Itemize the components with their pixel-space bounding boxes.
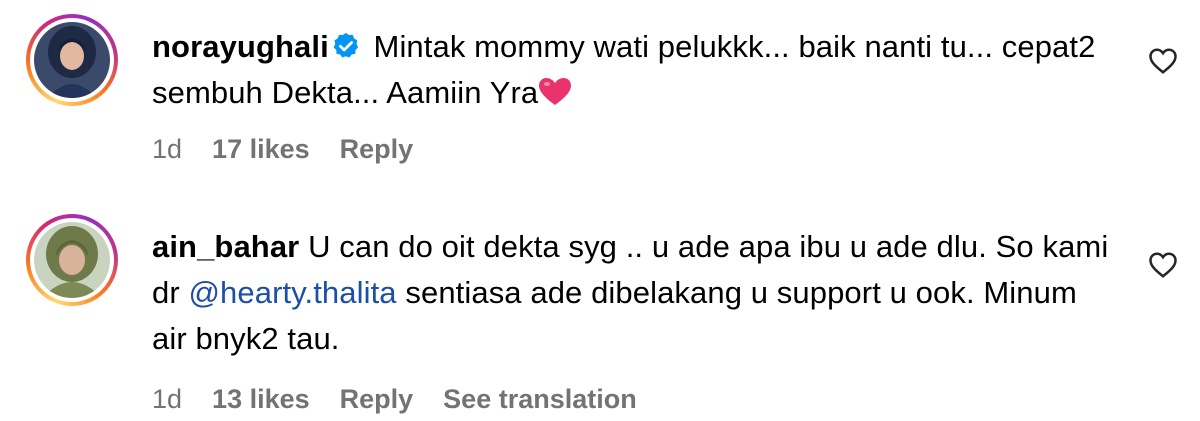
verified-badge-icon [333,32,358,58]
heart-emoji-icon [539,78,572,105]
avatar-story-ring[interactable] [26,214,118,306]
comment-timestamp[interactable]: 1d [152,134,182,165]
username-link[interactable]: ain_bahar [152,229,299,264]
reply-button[interactable]: Reply [340,384,414,415]
heart-outline-icon[interactable] [1148,46,1178,76]
comment-body: ain_bahar U can do oit dekta syg .. u ad… [152,224,1112,362]
avatar [34,222,110,298]
comment-body: norayughali Mintak mommy wati pelukkk...… [152,24,1112,116]
comment-meta: 1d 17 likes Reply [152,134,413,165]
likes-count[interactable]: 13 likes [212,384,310,415]
username-link[interactable]: norayughali [152,29,329,64]
likes-count[interactable]: 17 likes [212,134,310,165]
comment-item: norayughali Mintak mommy wati pelukkk...… [0,0,1200,200]
comment-item: ain_bahar U can do oit dekta syg .. u ad… [0,200,1200,421]
heart-outline-icon[interactable] [1148,250,1178,280]
reply-button[interactable]: Reply [340,134,414,165]
avatar [34,22,110,98]
avatar-story-ring[interactable] [26,14,118,106]
see-translation-button[interactable]: See translation [443,384,637,415]
mention-link[interactable]: @hearty.thalita [188,275,396,310]
comment-timestamp[interactable]: 1d [152,384,182,415]
comment-meta: 1d 13 likes Reply See translation [152,384,637,415]
